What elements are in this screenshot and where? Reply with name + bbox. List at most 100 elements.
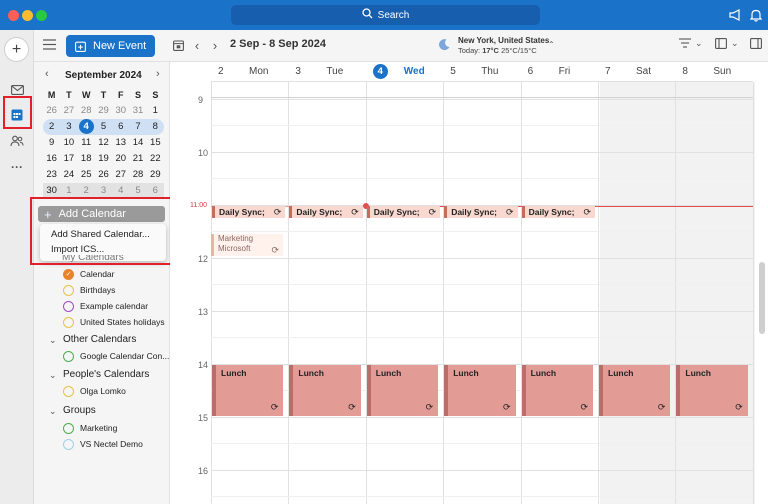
next-week-button[interactable]: › xyxy=(208,38,222,53)
filter-chevron-down-icon[interactable]: ⌄ xyxy=(695,38,703,49)
groups-chevron-icon[interactable]: ⌄ xyxy=(49,406,57,417)
lunch-event[interactable]: Lunch ⟳ xyxy=(444,365,516,416)
mini-calendar-day[interactable]: 11 xyxy=(78,135,95,151)
day-column-header[interactable]: 3 Tue xyxy=(295,62,365,80)
mini-next-month-button[interactable]: › xyxy=(156,68,160,80)
weather-location[interactable]: New York, United States xyxy=(458,36,549,45)
mini-calendar-day[interactable]: 16 xyxy=(43,151,60,167)
mini-calendar-day[interactable]: 27 xyxy=(112,167,129,183)
minimize-window-button[interactable] xyxy=(22,10,33,21)
lunch-event[interactable]: Lunch ⟳ xyxy=(521,365,593,416)
people-nav-button[interactable] xyxy=(5,129,29,153)
mini-calendar-day[interactable]: 28 xyxy=(78,103,95,119)
other-calendars-chevron-icon[interactable]: ⌄ xyxy=(49,335,57,346)
search-bar[interactable]: Search xyxy=(231,5,540,25)
calendar-list-item[interactable]: Google Calendar Con... xyxy=(63,349,169,363)
unchecked-circle-icon[interactable] xyxy=(63,284,74,296)
mini-calendar-day[interactable]: 8 xyxy=(146,119,164,135)
day-column-header[interactable]: 4 Wed xyxy=(372,62,443,80)
daily-sync-event[interactable]: Daily Sync; ⟳ xyxy=(444,206,518,218)
mini-calendar-day[interactable]: 26 xyxy=(43,103,60,119)
calendar-list-item[interactable]: ✓ Calendar xyxy=(63,267,115,281)
mini-calendar-day[interactable]: 29 xyxy=(147,167,164,183)
mini-calendar-day[interactable]: 29 xyxy=(95,103,112,119)
mini-calendar-day[interactable]: 2 xyxy=(43,119,61,135)
marketing-event[interactable]: Marketing Microsoft ⟳ xyxy=(211,234,283,256)
mini-calendar-day[interactable]: 21 xyxy=(129,151,146,167)
zoom-window-button[interactable] xyxy=(36,10,47,21)
lunch-event[interactable]: Lunch ⟳ xyxy=(212,365,284,416)
daily-sync-event[interactable]: Daily Sync; ⟳ xyxy=(521,206,595,218)
calendar-list-item[interactable]: VS Nectel Demo xyxy=(63,437,143,451)
mini-calendar-day[interactable]: 9 xyxy=(43,135,60,151)
lunch-event[interactable]: Lunch ⟳ xyxy=(366,365,439,416)
compose-button[interactable]: + xyxy=(4,37,29,62)
weather-dropdown-icon[interactable]: ⌃ xyxy=(548,40,555,49)
today-button[interactable] xyxy=(171,38,185,52)
mini-calendar-day[interactable]: 1 xyxy=(147,103,164,119)
new-event-button[interactable]: New Event xyxy=(66,35,155,57)
mini-calendar-day[interactable]: 30 xyxy=(112,103,129,119)
vertical-scrollbar[interactable] xyxy=(759,262,765,334)
mini-calendar-day[interactable]: 27 xyxy=(60,103,77,119)
lunch-event[interactable]: Lunch ⟳ xyxy=(676,365,748,416)
peoples-calendars-header[interactable]: People's Calendars xyxy=(63,369,149,380)
mini-calendar-day[interactable]: 6 xyxy=(112,119,130,135)
mini-calendar-day[interactable]: 23 xyxy=(43,167,60,183)
day-column-header[interactable]: 6 Fri xyxy=(528,62,598,80)
mini-calendar-day[interactable]: 24 xyxy=(60,167,77,183)
checked-circle-icon[interactable]: ✓ xyxy=(63,268,74,280)
daily-sync-event[interactable]: Daily Sync; ⟳ xyxy=(289,206,363,218)
mini-calendar-day[interactable]: 7 xyxy=(129,119,147,135)
groups-header[interactable]: Groups xyxy=(63,405,96,416)
daily-sync-event[interactable]: Daily Sync; ⟳ xyxy=(366,206,441,218)
lunch-event[interactable]: Lunch ⟳ xyxy=(289,365,361,416)
calendar-list-item[interactable]: Example calendar xyxy=(63,299,148,313)
mini-calendar-day[interactable]: 25 xyxy=(78,167,95,183)
bell-icon[interactable] xyxy=(748,7,764,23)
unchecked-circle-icon[interactable] xyxy=(63,316,74,328)
mini-calendar-day[interactable]: 22 xyxy=(147,151,164,167)
mini-calendar-day[interactable]: 14 xyxy=(129,135,146,151)
filter-icon[interactable] xyxy=(679,38,691,51)
unchecked-circle-icon[interactable] xyxy=(63,385,74,397)
view-layout-icon[interactable] xyxy=(715,38,727,52)
previous-week-button[interactable]: ‹ xyxy=(190,38,204,53)
close-window-button[interactable] xyxy=(8,10,19,21)
unchecked-circle-icon[interactable] xyxy=(63,350,74,362)
view-chevron-down-icon[interactable]: ⌄ xyxy=(731,38,739,49)
mini-calendar-day[interactable]: 19 xyxy=(95,151,112,167)
mini-calendar-day[interactable]: 28 xyxy=(129,167,146,183)
hamburger-menu-icon[interactable] xyxy=(43,39,56,51)
day-column-header[interactable]: 2 Mon xyxy=(218,62,288,80)
mini-calendar-day[interactable]: 15 xyxy=(147,135,164,151)
mini-calendar-day[interactable]: 4 xyxy=(77,119,95,135)
calendar-list-item[interactable]: Olga Lomko xyxy=(63,384,126,398)
calendar-list-item[interactable]: United States holidays xyxy=(63,315,165,329)
day-column-header[interactable]: 7 Sat xyxy=(605,62,675,80)
mini-prev-month-button[interactable]: ‹ xyxy=(45,68,49,80)
unchecked-circle-icon[interactable] xyxy=(63,422,74,434)
mini-calendar-day[interactable]: 31 xyxy=(129,103,146,119)
mini-calendar-day[interactable]: 13 xyxy=(112,135,129,151)
other-calendars-header[interactable]: Other Calendars xyxy=(63,334,136,345)
mini-calendar-day[interactable]: 17 xyxy=(60,151,77,167)
mini-calendar-day[interactable]: 3 xyxy=(60,119,78,135)
megaphone-icon[interactable] xyxy=(728,7,744,23)
mini-calendar-day[interactable]: 12 xyxy=(95,135,112,151)
unchecked-circle-icon[interactable] xyxy=(63,300,74,312)
daily-sync-event[interactable]: Daily Sync; ⟳ xyxy=(212,206,286,218)
day-column-header[interactable]: 8 Sun xyxy=(682,62,752,80)
mini-calendar-day[interactable]: 5 xyxy=(94,119,113,135)
reading-pane-icon[interactable] xyxy=(750,38,762,52)
unchecked-circle-icon[interactable] xyxy=(63,438,74,450)
calendar-list-item[interactable]: Marketing xyxy=(63,421,117,435)
peoples-calendars-chevron-icon[interactable]: ⌄ xyxy=(49,370,57,381)
calendar-list-item[interactable]: Birthdays xyxy=(63,283,115,297)
lunch-event[interactable]: Lunch ⟳ xyxy=(599,365,671,416)
mini-calendar-day[interactable]: 26 xyxy=(95,167,112,183)
mini-calendar-day[interactable]: 10 xyxy=(60,135,77,151)
more-apps-button[interactable]: ··· xyxy=(5,155,29,179)
mini-calendar-day[interactable]: 20 xyxy=(112,151,129,167)
day-column-header[interactable]: 5 Thu xyxy=(450,62,520,80)
